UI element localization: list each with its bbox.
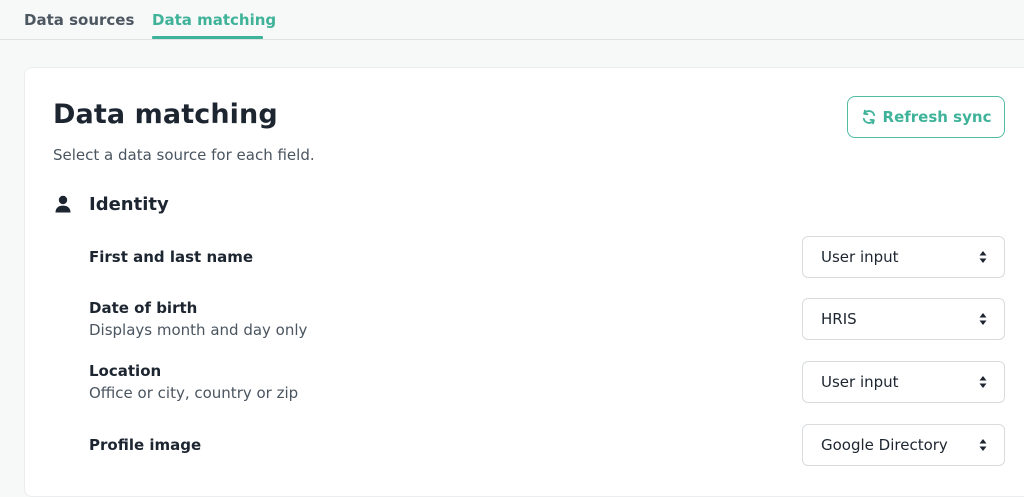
refresh-icon: [862, 109, 875, 125]
active-tab-indicator: [152, 36, 263, 39]
page-subtitle: Select a data source for each field.: [53, 146, 315, 164]
source-select-location[interactable]: User input: [802, 361, 1005, 403]
tab-bar: Data sources Data matching: [0, 0, 1024, 40]
sort-arrows-icon: [979, 251, 987, 263]
user-icon: [55, 195, 71, 213]
refresh-sync-label: Refresh sync: [882, 108, 992, 126]
field-profile-image: Profile image: [89, 435, 201, 455]
field-date-of-birth: Date of birth Displays month and day onl…: [89, 298, 307, 340]
page-title: Data matching: [53, 99, 278, 130]
tab-data-matching[interactable]: Data matching: [152, 0, 276, 39]
field-label: Profile image: [89, 436, 202, 454]
tab-data-sources[interactable]: Data sources: [24, 0, 134, 39]
sort-arrows-icon: [979, 439, 987, 451]
field-description: Office or city, country or zip: [89, 384, 299, 402]
field-label: Location: [89, 362, 162, 380]
source-select-profile-image[interactable]: Google Directory: [802, 424, 1005, 466]
select-value: Google Directory: [821, 436, 948, 454]
field-label: First and last name: [89, 248, 254, 266]
field-description: Displays month and day only: [89, 321, 308, 339]
sort-arrows-icon: [979, 376, 987, 388]
refresh-sync-button[interactable]: Refresh sync: [847, 96, 1005, 138]
data-matching-card: Data matching Select a data source for e…: [24, 67, 1024, 497]
sort-arrows-icon: [979, 313, 987, 325]
section-title: Identity: [89, 193, 169, 215]
select-value: HRIS: [821, 310, 857, 328]
source-select-first-last-name[interactable]: User input: [802, 236, 1005, 278]
select-value: User input: [821, 373, 899, 391]
source-select-date-of-birth[interactable]: HRIS: [802, 298, 1005, 340]
field-label: Date of birth: [89, 299, 198, 317]
field-first-last-name: First and last name: [89, 247, 253, 267]
identity-section-header: Identity: [53, 192, 169, 216]
select-value: User input: [821, 248, 899, 266]
field-location: Location Office or city, country or zip: [89, 361, 298, 403]
